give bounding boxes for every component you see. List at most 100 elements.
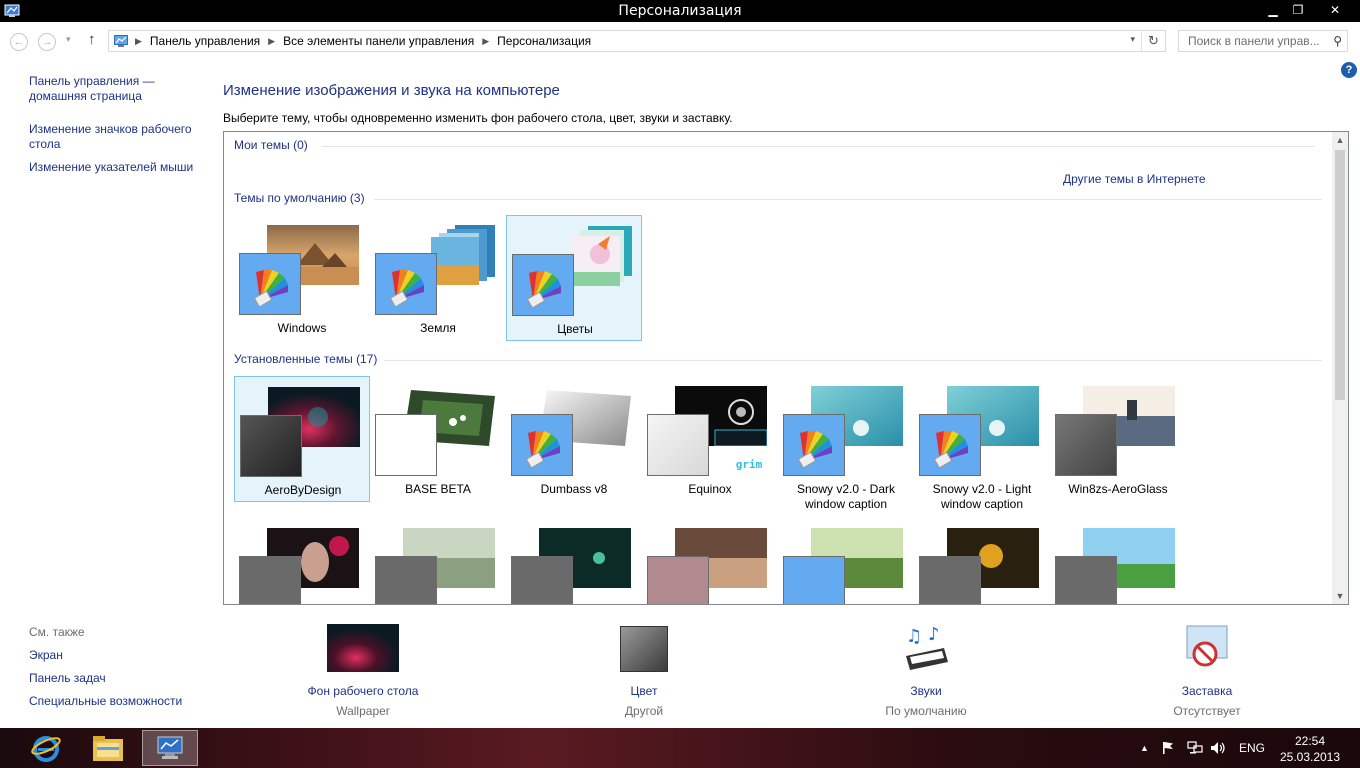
close-button[interactable]: ✕ <box>1318 0 1352 20</box>
theme-earth[interactable]: Земля <box>370 215 506 341</box>
control-panel-home-link[interactable]: Панель управления — домашняя страница <box>29 74 179 104</box>
breadcrumb-separator-icon[interactable]: ▶ <box>482 36 489 47</box>
see-also-display-link[interactable]: Экран <box>29 648 63 663</box>
theme-equinox[interactable]: grim Equinox <box>642 376 778 502</box>
breadcrumb-personalization[interactable]: Персонализация <box>497 34 591 48</box>
theme-base-beta[interactable]: BASE BETA <box>370 376 506 502</box>
refresh-button[interactable]: ↻ <box>1141 31 1165 51</box>
group-divider <box>384 360 1322 361</box>
up-button[interactable]: ↑ <box>88 31 96 48</box>
control-panel-icon <box>114 35 128 47</box>
breadcrumb-separator-icon[interactable]: ▶ <box>135 36 142 47</box>
themes-scrollbar[interactable]: ▲ ▼ <box>1332 132 1348 604</box>
window-title: Персонализация <box>618 3 742 19</box>
breadcrumb-all-items[interactable]: Все элементы панели управления <box>283 34 474 48</box>
theme-name: Snowy v2.0 - Light window caption <box>932 482 1032 511</box>
option-value: По умолчанию <box>885 704 967 718</box>
action-center-flag-icon[interactable] <box>1161 741 1175 755</box>
theme-dumbass-v8[interactable]: Dumbass v8 <box>506 376 642 502</box>
theme-aerobydesign[interactable]: AeroByDesign <box>234 376 370 502</box>
equinox-logo-text: grim <box>735 458 763 471</box>
theme-color-swatch <box>239 253 301 315</box>
theme-tile[interactable] <box>778 518 914 604</box>
theme-name: AeroByDesign <box>264 483 342 497</box>
theme-snowy-light[interactable]: Snowy v2.0 - Light window caption <box>914 376 1050 511</box>
color-fan-icon <box>526 271 561 307</box>
scroll-thumb[interactable] <box>1335 150 1345 400</box>
folder-icon <box>93 736 123 761</box>
option-label[interactable]: Звуки <box>836 684 1016 698</box>
sounds-icon: ♫ ♪ <box>906 624 948 670</box>
see-also-taskbar-link[interactable]: Панель задач <box>29 671 106 686</box>
color-fan-icon <box>253 270 288 306</box>
themes-list[interactable]: Мои темы (0) Другие темы в Интернете Тем… <box>223 131 1349 605</box>
option-label[interactable]: Цвет <box>554 684 734 698</box>
online-themes-link[interactable]: Другие темы в Интернете <box>1063 172 1206 186</box>
scroll-down-button[interactable]: ▼ <box>1332 588 1348 604</box>
theme-color-swatch <box>375 253 437 315</box>
restore-button[interactable]: ❐ <box>1283 0 1313 20</box>
address-bar[interactable]: ▶ Панель управления ▶ Все элементы панел… <box>108 30 1166 52</box>
search-input[interactable]: Поиск в панели управ... ⚲ <box>1178 30 1348 52</box>
theme-name: Snowy v2.0 - Dark window caption <box>796 482 896 511</box>
option-value: Отсутствует <box>1173 704 1241 718</box>
color-fan-icon <box>933 431 968 467</box>
theme-snowy-dark[interactable]: Snowy v2.0 - Dark window caption <box>778 376 914 511</box>
group-divider <box>374 199 1322 200</box>
theme-color-swatch <box>1055 556 1117 604</box>
my-themes-label: Мои темы (0) <box>234 138 308 152</box>
breadcrumb: ▶ Панель управления ▶ Все элементы панел… <box>135 34 591 48</box>
installed-themes-label: Установленные темы (17) <box>234 352 378 366</box>
theme-tile[interactable] <box>370 518 506 604</box>
change-desktop-icons-link[interactable]: Изменение значков рабочего стола <box>29 122 204 152</box>
see-also-accessibility-link[interactable]: Специальные возможности <box>29 694 182 709</box>
taskbar-file-explorer[interactable] <box>80 730 136 766</box>
group-divider <box>322 146 1314 147</box>
change-mouse-pointers-link[interactable]: Изменение указателей мыши <box>29 160 209 175</box>
help-button[interactable]: ? <box>1341 62 1357 78</box>
theme-win8zs-aeroglass[interactable]: Win8zs-AeroGlass <box>1050 376 1186 502</box>
navigation-bar: ← → ▾ ↑ ▶ Панель управления ▶ Все элемен… <box>0 22 1360 60</box>
theme-name: Земля <box>420 321 456 335</box>
option-value: Другой <box>624 704 664 718</box>
theme-name: Equinox <box>688 482 732 496</box>
scroll-up-button[interactable]: ▲ <box>1332 132 1348 148</box>
breadcrumb-control-panel[interactable]: Панель управления <box>150 34 260 48</box>
search-icon[interactable]: ⚲ <box>1333 34 1342 48</box>
option-label[interactable]: Заставка <box>1117 684 1297 698</box>
theme-color-swatch <box>783 556 845 604</box>
clock-time: 22:54 <box>1294 734 1326 748</box>
page-subtitle: Выберите тему, чтобы одновременно измени… <box>223 111 733 125</box>
taskbar-internet-explorer[interactable] <box>18 730 74 766</box>
network-icon[interactable] <box>1187 741 1203 755</box>
back-button[interactable]: ← <box>10 33 28 51</box>
theme-color-swatch <box>919 556 981 604</box>
taskbar-control-panel[interactable] <box>142 730 198 766</box>
breadcrumb-separator-icon[interactable]: ▶ <box>268 36 275 47</box>
theme-name: Цветы <box>557 322 593 336</box>
theme-color-swatch <box>647 556 709 604</box>
recent-locations-button[interactable]: ▾ <box>66 34 71 45</box>
system-clock[interactable]: 22:54 25.03.2013 <box>1272 733 1348 765</box>
show-hidden-icons-button[interactable]: ▲ <box>1140 728 1149 768</box>
theme-color-swatch <box>239 556 301 604</box>
theme-windows[interactable]: Windows <box>234 215 370 341</box>
default-themes-label: Темы по умолчанию (3) <box>234 191 365 205</box>
option-value: Wallpaper <box>336 704 390 718</box>
address-dropdown-icon[interactable]: ▾ <box>1130 34 1135 45</box>
theme-color-swatch <box>919 414 981 476</box>
theme-tile[interactable] <box>642 518 778 604</box>
input-language-indicator[interactable]: ENG <box>1239 728 1265 768</box>
theme-name: Windows <box>277 321 327 335</box>
theme-flowers[interactable]: Цветы <box>506 215 642 341</box>
tray-arrow-icon[interactable]: ▲ <box>1140 743 1149 753</box>
theme-color-swatch <box>512 254 574 316</box>
forward-button[interactable]: → <box>38 33 56 51</box>
option-label[interactable]: Фон рабочего стола <box>273 684 453 698</box>
theme-tile[interactable] <box>1050 518 1186 604</box>
theme-tile[interactable] <box>234 518 370 604</box>
volume-icon[interactable] <box>1210 741 1226 755</box>
color-fan-icon <box>389 270 424 306</box>
theme-tile[interactable] <box>914 518 1050 604</box>
theme-tile[interactable] <box>506 518 642 604</box>
